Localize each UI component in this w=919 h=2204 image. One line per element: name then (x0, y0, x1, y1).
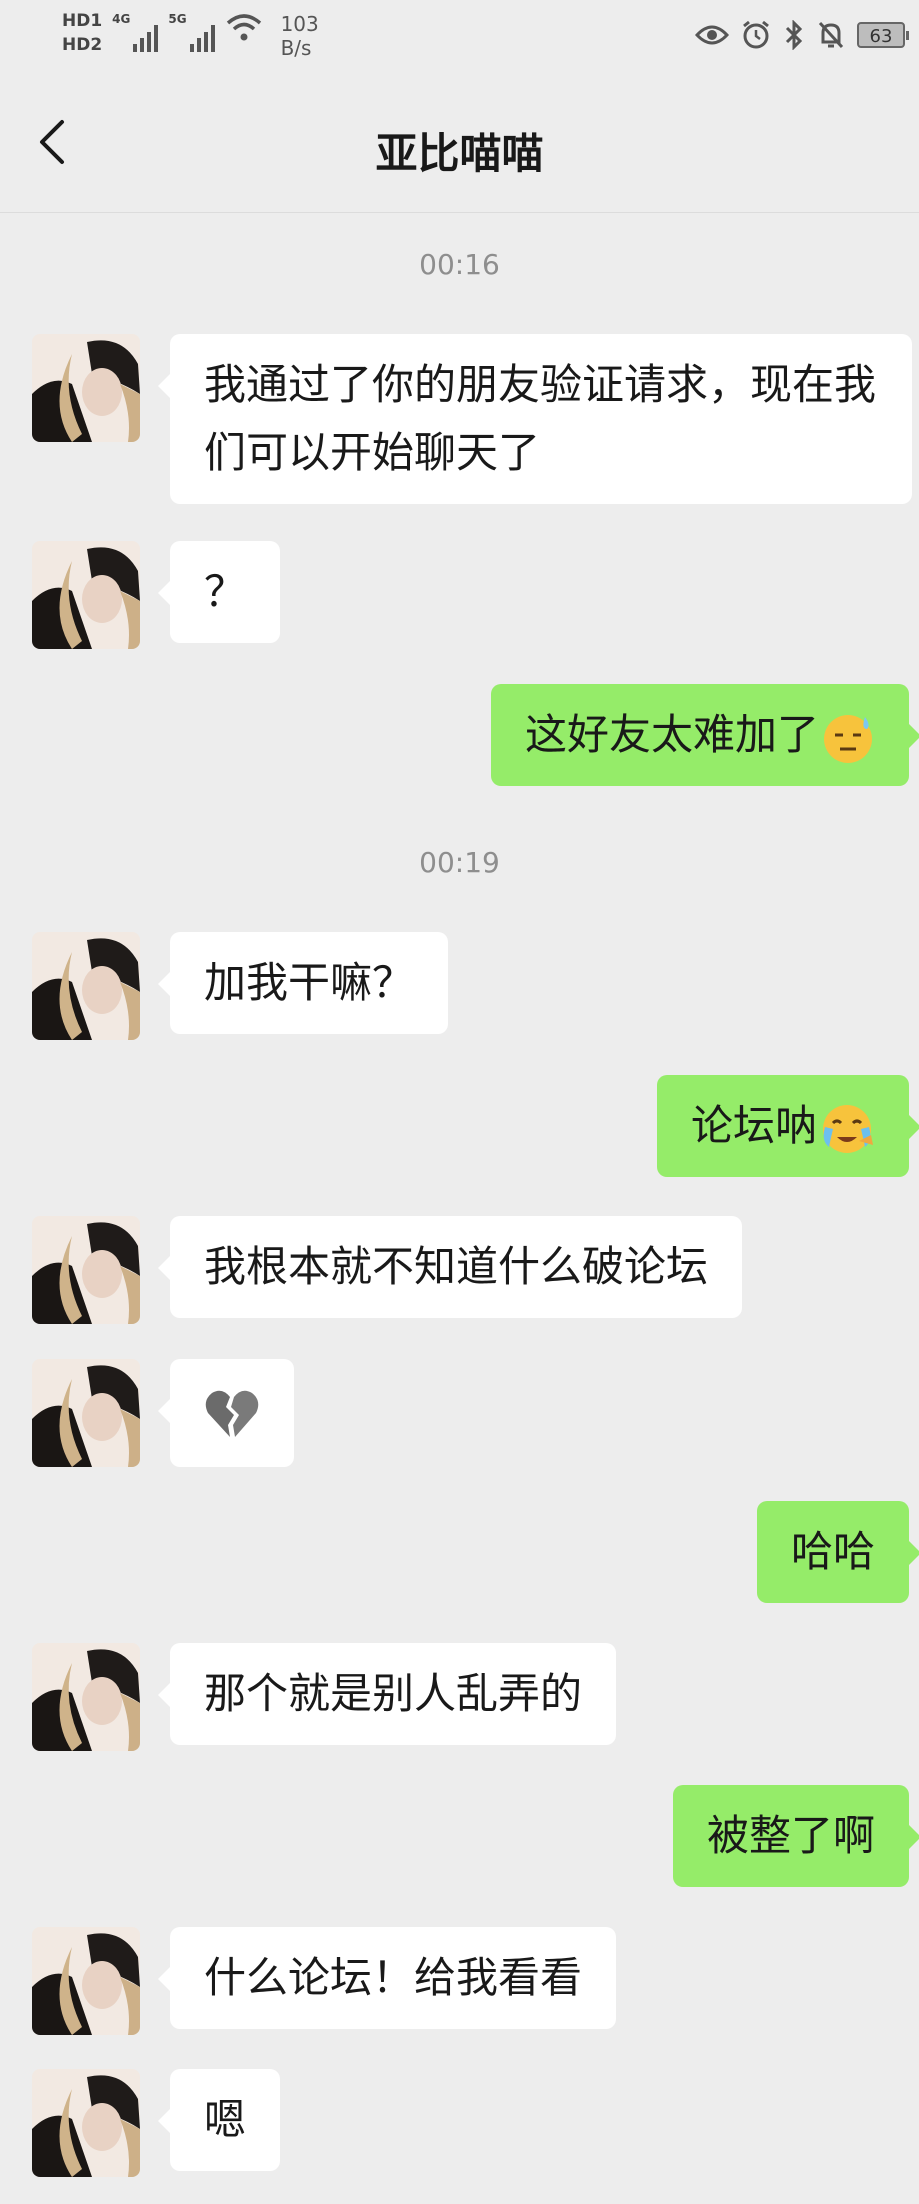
network-speed: 103 B/s (281, 12, 319, 60)
message-bubble-received[interactable]: 什么论坛！给我看看 (157, 1927, 617, 2029)
chat-header: 亚比喵喵 (0, 72, 919, 213)
timestamp: 00:19 (419, 846, 500, 879)
message-text: 加我干嘛？ (204, 958, 415, 1007)
broken-heart-icon (205, 1390, 259, 1437)
status-left: HD1 HD2 4G 5G 103 B/s (62, 12, 319, 60)
sweat-emoji-icon (824, 714, 872, 763)
message-bubble-received[interactable]: 加我干嘛？ (157, 932, 449, 1034)
avatar[interactable] (32, 1216, 140, 1324)
message-bubble-received[interactable]: 那个就是别人乱弄的 (157, 1643, 617, 1745)
eye-icon (695, 25, 729, 45)
avatar[interactable] (32, 1927, 140, 2035)
message-text: 什么论坛！给我看看 (204, 1953, 583, 2002)
message-text: 哈哈 (790, 1527, 875, 1576)
speed-unit: B/s (280, 36, 312, 60)
message-bubble-sent[interactable]: 论坛呐 (656, 1075, 919, 1177)
message-bubble-received[interactable] (158, 1359, 294, 1467)
message-bubble-sent[interactable]: 被整了啊 (672, 1785, 919, 1887)
avatar[interactable] (32, 334, 140, 442)
timestamp: 00:16 (419, 248, 500, 281)
message-text: 我通过了你的朋友验证请求，现在我们可以开始聊天了 (204, 360, 877, 477)
hd1-label: HD1 (62, 11, 103, 31)
signal-4g-icon: 4G (112, 12, 159, 52)
avatar[interactable] (32, 541, 140, 649)
message-text: ？ (204, 567, 247, 616)
crying-face-icon (823, 1104, 873, 1153)
status-right: 63 (695, 20, 909, 50)
bluetooth-icon (785, 20, 803, 50)
avatar[interactable] (32, 1359, 140, 1467)
hd-indicators: HD1 HD2 (62, 12, 102, 54)
avatar-image (32, 1927, 140, 2035)
avatar-image (32, 1216, 140, 1324)
message-text: 论坛呐 (690, 1101, 817, 1150)
message-bubble-received[interactable]: ？ (157, 541, 281, 643)
alarm-icon (743, 20, 769, 49)
status-bar: HD1 HD2 4G 5G 103 B/s 63 (0, 0, 919, 72)
message-text: 那个就是别人乱弄的 (204, 1669, 583, 1718)
avatar-image (32, 2069, 140, 2177)
avatar-image (32, 932, 140, 1040)
avatar-image (32, 1643, 140, 1751)
message-text: 嗯 (204, 2095, 247, 2144)
message-text: 我根本就不知道什么破论坛 (204, 1242, 709, 1291)
avatar-image (32, 541, 140, 649)
message-bubble-received[interactable]: 我根本就不知道什么破论坛 (157, 1216, 743, 1318)
avatar-image (32, 334, 140, 442)
message-text: 这好友太难加了 (524, 710, 819, 759)
hd2-label: HD2 (62, 35, 103, 55)
message-bubble-sent[interactable]: 这好友太难加了 (490, 684, 919, 786)
avatar[interactable] (32, 2069, 140, 2177)
wifi-icon (226, 14, 261, 41)
message-bubble-received[interactable]: 我通过了你的朋友验证请求，现在我们可以开始聊天了 (158, 334, 912, 504)
message-text: 被整了啊 (706, 1811, 875, 1860)
battery-indicator: 63 (857, 22, 909, 48)
bell-muted-icon (818, 21, 844, 49)
speed-value: 103 (280, 12, 319, 36)
chat-title: 亚比喵喵 (375, 129, 544, 178)
message-bubble-received[interactable]: 嗯 (157, 2069, 281, 2171)
message-bubble-sent[interactable]: 哈哈 (756, 1501, 919, 1603)
avatar[interactable] (32, 1643, 140, 1751)
signal-5g-icon: 5G (168, 12, 215, 52)
avatar-image (32, 1359, 140, 1467)
avatar[interactable] (32, 932, 140, 1040)
